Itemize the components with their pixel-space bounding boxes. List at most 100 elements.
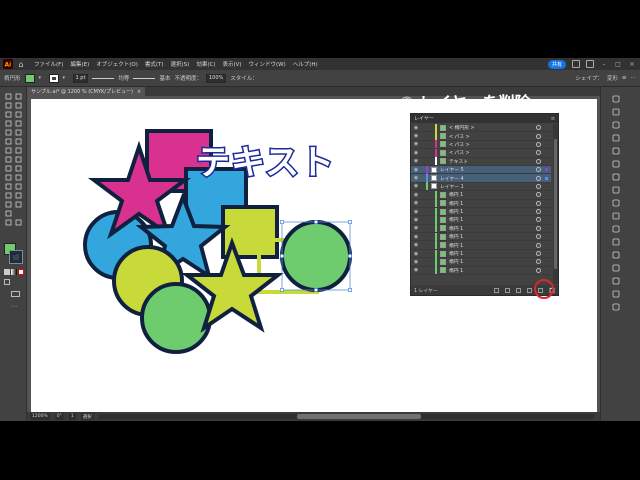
profile-label[interactable]: 均等 [118, 74, 129, 82]
handle-bottom-right[interactable] [348, 288, 352, 292]
layer-name[interactable]: 楕円 1 [449, 208, 536, 215]
gradient-panel-icon[interactable] [612, 199, 620, 207]
pathfinder-panel-icon[interactable] [612, 264, 620, 272]
fill-swatch[interactable] [24, 73, 35, 83]
layer-row[interactable]: ◉ 楕円 1 [411, 232, 551, 242]
layer-row[interactable]: ◉ 楕円 1 [411, 241, 551, 250]
eye-icon[interactable]: ◉ [411, 200, 421, 206]
menu-window[interactable]: ウィンドウ(W) [249, 60, 286, 68]
appearance-panel-icon[interactable] [612, 225, 620, 233]
layers-panel-icon[interactable] [612, 108, 620, 116]
selection-indicator[interactable] [545, 168, 548, 172]
selection-indicator[interactable] [545, 244, 548, 247]
layer-name[interactable]: < パス > [449, 133, 536, 140]
eye-icon[interactable]: ◉ [411, 183, 421, 189]
handle-top-right[interactable] [348, 220, 352, 224]
eyedropper-tool-icon[interactable] [15, 183, 22, 190]
transparency-panel-icon[interactable] [612, 212, 620, 220]
blend-tool-icon[interactable] [5, 192, 12, 199]
brushes-panel-icon[interactable] [612, 160, 620, 168]
rotation-field[interactable]: 0° [54, 413, 64, 420]
libraries-panel-icon[interactable] [612, 121, 620, 129]
target-icon[interactable] [536, 234, 541, 240]
edit-toolbar-icon[interactable]: ⋯ [11, 303, 17, 310]
clipping-mask-icon[interactable] [516, 287, 521, 293]
menu-effect[interactable]: 効果(C) [196, 60, 215, 68]
type-tool-icon[interactable] [5, 120, 12, 127]
eye-icon[interactable]: ◉ [411, 133, 421, 139]
selection-indicator[interactable] [545, 126, 548, 129]
color-mode-icon[interactable] [4, 269, 10, 275]
target-icon[interactable] [536, 150, 541, 156]
eye-icon[interactable]: ◉ [411, 259, 421, 265]
target-icon[interactable] [536, 192, 541, 198]
selection-indicator[interactable] [545, 151, 548, 154]
symbols-panel-icon[interactable] [612, 173, 620, 181]
layer-row[interactable]: ◉ レイヤー 5 [411, 165, 551, 175]
layers-scrollbar[interactable] [553, 124, 558, 284]
transform-panel-icon[interactable] [612, 277, 620, 285]
layer-name[interactable]: 楕円 1 [449, 200, 536, 207]
free-transform-icon[interactable] [5, 165, 12, 172]
brush-tool-icon[interactable] [15, 129, 22, 136]
handle-top[interactable] [314, 220, 318, 224]
handle-top-left[interactable] [280, 220, 284, 224]
direct-selection-tool-icon[interactable] [15, 93, 22, 100]
workspace-icon[interactable] [586, 60, 594, 68]
artboard-tool-icon[interactable] [15, 201, 22, 208]
menu-type[interactable]: 書式(T) [145, 60, 164, 68]
zoom-tool-icon[interactable] [5, 219, 12, 226]
layer-name[interactable]: < パス > [449, 141, 536, 148]
shape-label[interactable]: シェイプ： [575, 74, 603, 82]
eye-icon[interactable]: ◉ [411, 141, 421, 147]
target-icon[interactable] [536, 259, 541, 265]
selection-indicator[interactable] [545, 185, 548, 188]
eye-icon[interactable]: ◉ [411, 158, 421, 164]
search-icon[interactable] [572, 60, 580, 68]
eye-icon[interactable]: ◉ [411, 167, 421, 173]
target-icon[interactable] [536, 158, 541, 164]
target-icon[interactable] [536, 200, 541, 206]
layer-name[interactable]: 楕円 1 [449, 258, 536, 265]
eye-icon[interactable]: ◉ [411, 242, 421, 248]
selected-green-circle[interactable] [280, 220, 352, 292]
layer-row[interactable]: ◉ 楕円 1 [411, 224, 551, 234]
selection-indicator[interactable] [545, 135, 548, 138]
rotate-tool-icon[interactable] [15, 147, 22, 154]
opacity-field[interactable]: 100% [205, 73, 227, 83]
selection-indicator[interactable] [545, 210, 548, 213]
more-options-icon[interactable]: ⋯ [631, 75, 640, 81]
target-icon[interactable] [536, 141, 541, 147]
zoom-field[interactable]: 1200% [30, 413, 50, 420]
current-tool-field[interactable]: 選択 [80, 413, 94, 420]
character-panel-icon[interactable] [612, 290, 620, 298]
layer-name[interactable]: 楕円 1 [449, 267, 536, 274]
mesh-tool-icon[interactable] [15, 174, 22, 181]
new-sublayer-icon[interactable] [527, 287, 532, 293]
green-circle[interactable] [140, 282, 212, 354]
target-icon[interactable] [536, 267, 541, 273]
comments-panel-icon[interactable] [612, 303, 620, 311]
stroke-weight-field[interactable]: 1 pt [72, 73, 89, 83]
menu-view[interactable]: 表示(V) [222, 60, 241, 68]
stroke-swatch[interactable] [48, 73, 59, 83]
layer-name[interactable]: 楕円 1 [449, 225, 536, 232]
layer-name[interactable]: レイヤー 5 [440, 166, 536, 173]
eye-icon[interactable]: ◉ [411, 251, 421, 257]
menu-help[interactable]: ヘルプ(H) [293, 60, 318, 68]
rectangle-tool-icon[interactable] [5, 129, 12, 136]
draw-normal-icon[interactable] [4, 279, 10, 285]
share-button[interactable]: 共有 [547, 59, 566, 69]
pen-tool-icon[interactable] [5, 111, 12, 118]
eye-icon[interactable]: ◉ [411, 175, 421, 181]
horizontal-scrollbar[interactable] [98, 414, 594, 419]
none-mode-icon[interactable] [18, 269, 24, 275]
layer-row[interactable]: ◉ レイヤー 4 [411, 174, 551, 183]
layer-name[interactable]: 楕円 1 [449, 191, 536, 198]
layer-row[interactable]: ◉ 楕円 1 [411, 207, 551, 217]
layer-row[interactable]: ◉ 楕円 1 [411, 216, 551, 225]
layer-name[interactable]: < パス > [449, 149, 536, 156]
pencil-tool-icon[interactable] [15, 138, 22, 145]
selection-indicator[interactable] [545, 160, 548, 163]
align-panel-icon[interactable] [612, 251, 620, 259]
